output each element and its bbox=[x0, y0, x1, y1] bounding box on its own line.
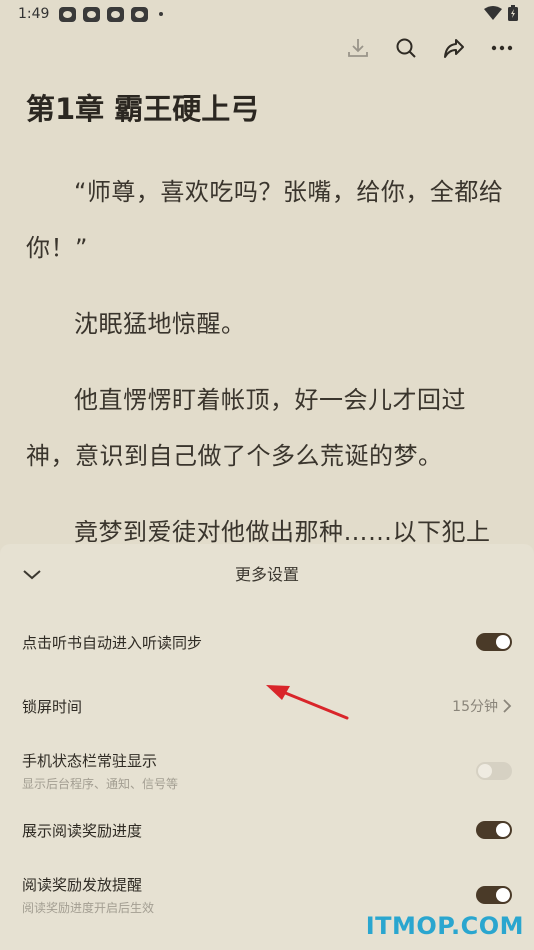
setting-label: 展示阅读奖励进度 bbox=[22, 821, 143, 840]
search-icon bbox=[396, 38, 416, 58]
notification-dot bbox=[159, 12, 164, 16]
chevron-down-icon bbox=[23, 570, 41, 580]
chevron-right-icon bbox=[503, 699, 512, 713]
setting-label: 锁屏时间 bbox=[22, 697, 83, 716]
paragraph: 他直愣愣盯着帐顶，好一会儿才回过神，意识到自己做了个多么荒诞的梦。 bbox=[26, 386, 466, 470]
search-button[interactable] bbox=[394, 36, 418, 60]
setting-row-status-bar[interactable]: 手机状态栏常驻显示 显示后台程序、通知、信号等 bbox=[0, 748, 534, 794]
reader-content[interactable]: 第1章 霸王硬上弓 “师尊，喜欢吃吗？张嘴，给你，全都给你！” 沈眠猛地惊醒。 … bbox=[0, 88, 534, 560]
app-icon bbox=[107, 6, 125, 22]
setting-label: 手机状态栏常驻显示 bbox=[22, 752, 158, 770]
panel-title: 更多设置 bbox=[234, 565, 299, 584]
paragraph: “师尊，喜欢吃吗？张嘴，给你，全都给你！” bbox=[26, 178, 504, 262]
setting-value: 15分钟 bbox=[452, 699, 498, 715]
toggle-switch[interactable] bbox=[476, 886, 512, 904]
toggle-switch[interactable] bbox=[476, 633, 512, 651]
share-button[interactable] bbox=[442, 36, 466, 60]
setting-row-reward-progress[interactable]: 展示阅读奖励进度 bbox=[0, 814, 534, 846]
reader-toolbar bbox=[346, 36, 514, 60]
app-icon bbox=[59, 6, 77, 22]
app-icon bbox=[131, 6, 149, 22]
status-bar: 1:49 bbox=[0, 0, 534, 28]
setting-row-auto-sync[interactable]: 点击听书自动进入听读同步 bbox=[0, 626, 534, 658]
share-icon bbox=[444, 39, 464, 58]
battery-icon bbox=[508, 5, 518, 21]
toggle-switch[interactable] bbox=[476, 821, 512, 839]
setting-description: 显示后台程序、通知、信号等 bbox=[22, 777, 179, 791]
annotation-arrow-icon bbox=[266, 685, 349, 720]
more-button[interactable] bbox=[490, 36, 514, 60]
more-settings-panel: 更多设置 点击听书自动进入听读同步 锁屏时间 15分钟 手机状态栏常驻显示 显示… bbox=[0, 544, 534, 950]
setting-label: 阅读奖励发放提醒 bbox=[22, 876, 143, 894]
setting-label: 点击听书自动进入听读同步 bbox=[22, 633, 203, 652]
collapse-button[interactable] bbox=[20, 562, 44, 586]
chapter-title: 第1章 霸王硬上弓 bbox=[26, 92, 260, 126]
download-button[interactable] bbox=[346, 36, 370, 60]
download-icon bbox=[348, 39, 368, 57]
status-time: 1:49 bbox=[18, 6, 50, 22]
panel-header: 更多设置 bbox=[0, 544, 534, 602]
paragraph: 沈眠猛地惊醒。 bbox=[74, 310, 246, 338]
app-icon bbox=[83, 6, 101, 22]
watermark: ITMOP.COM bbox=[365, 912, 524, 940]
wifi-icon bbox=[484, 6, 502, 20]
toggle-switch[interactable] bbox=[476, 762, 512, 780]
more-icon bbox=[491, 45, 513, 51]
